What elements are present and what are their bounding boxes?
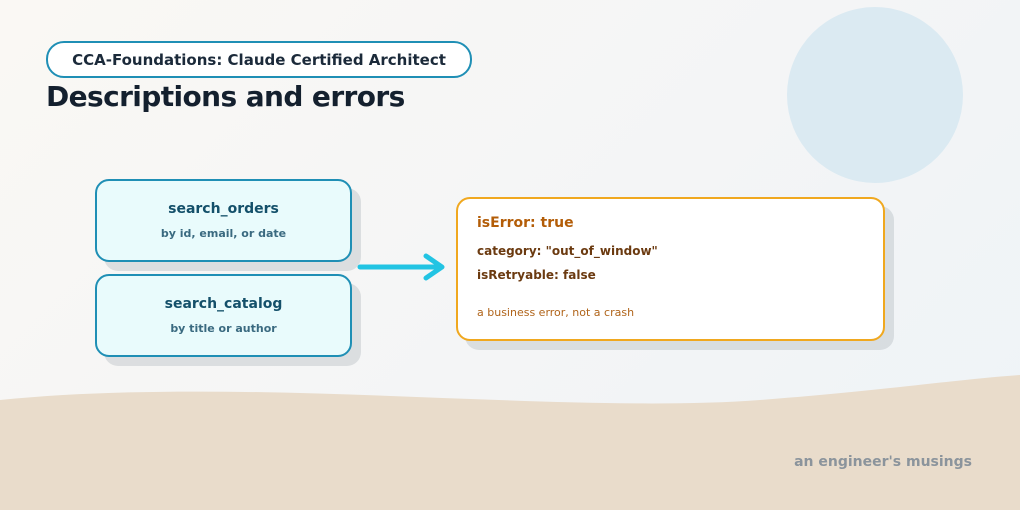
tool-description: by title or author [170, 322, 277, 335]
tool-card-search-catalog: search_catalog by title or author [95, 274, 352, 357]
tool-name: search_orders [168, 201, 279, 217]
error-result-card: isError: true category: "out_of_window" … [456, 197, 885, 341]
error-category: category: "out_of_window" [477, 244, 658, 258]
decorative-circle [787, 7, 963, 183]
tool-description: by id, email, or date [160, 227, 287, 240]
sand-wave-background [0, 375, 1020, 510]
flow-arrow-icon [357, 253, 445, 281]
error-retryable: isRetryable: false [477, 268, 596, 282]
series-badge: CCA-Foundations: Claude Certified Archit… [46, 41, 472, 78]
error-note: a business error, not a crash [477, 306, 635, 319]
page-title: Descriptions and errors [46, 80, 405, 113]
footer-signature: an engineer's musings [794, 454, 972, 470]
tool-name: search_catalog [164, 296, 283, 312]
tool-card-search-orders: search_orders by id, email, or date [95, 179, 352, 262]
error-flag: isError: true [477, 215, 574, 231]
